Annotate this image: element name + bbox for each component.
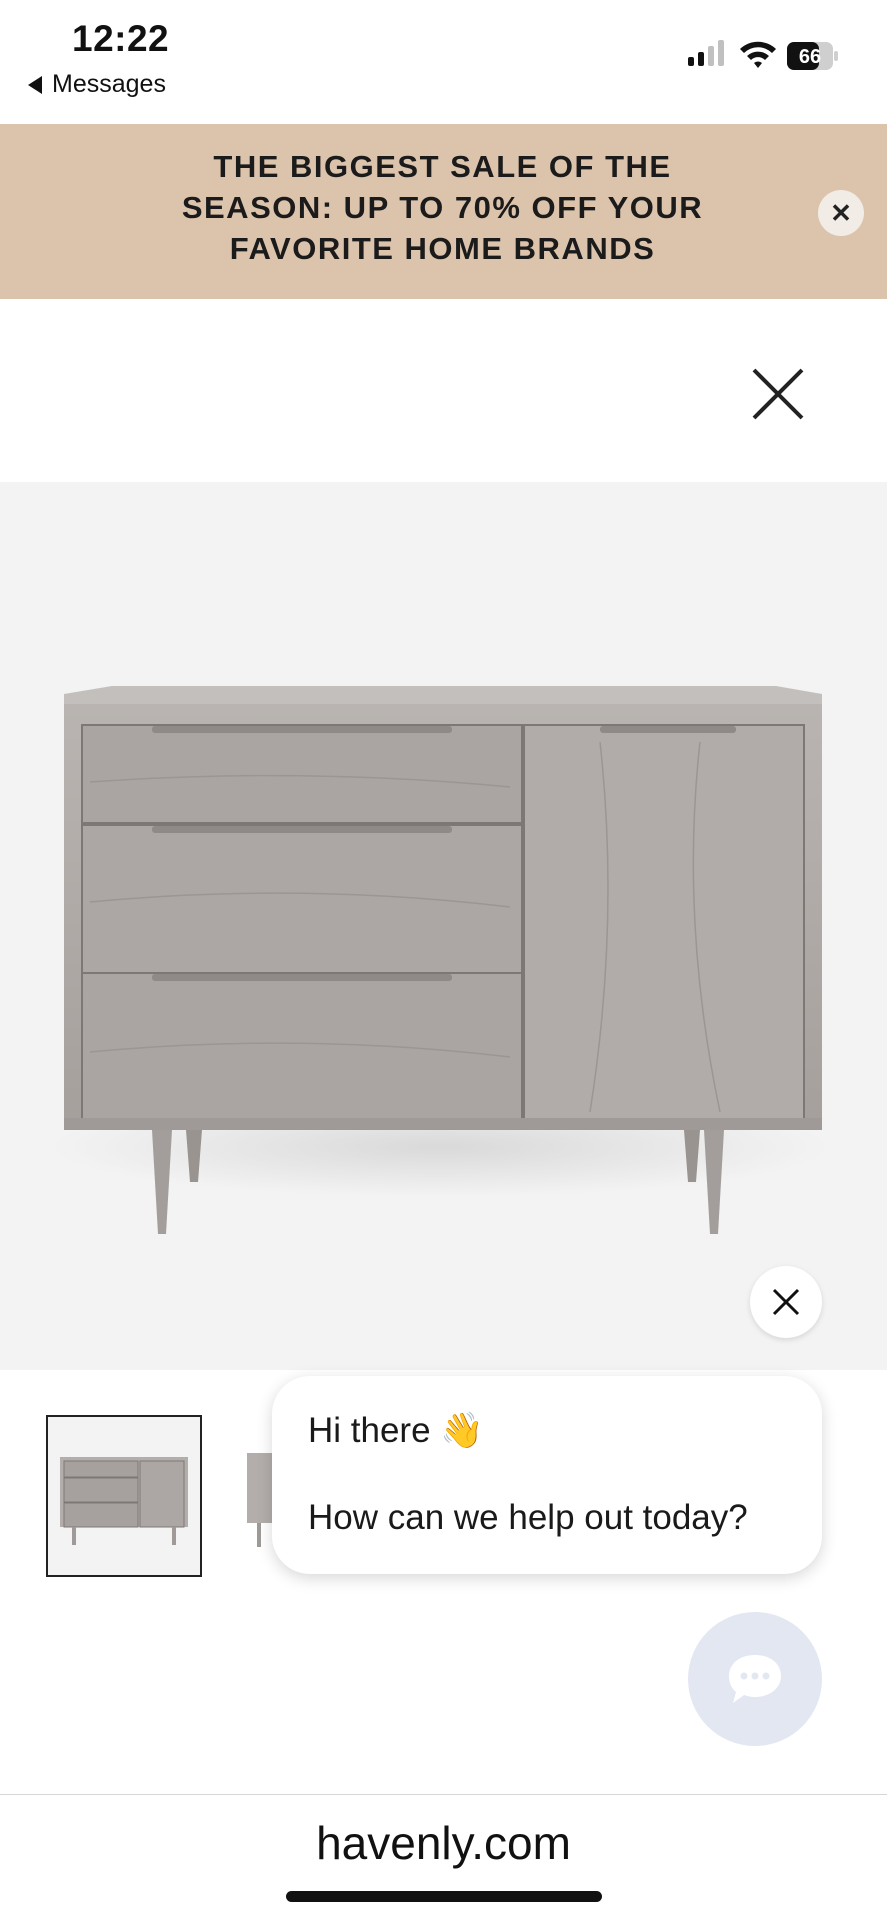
chat-greeting-bubble[interactable] [272,1376,822,1574]
close-icon: ✕ [830,197,852,228]
thumbnail-dresser-image [60,1457,188,1545]
battery-level: 66 [799,46,821,68]
dresser-illustration [50,686,830,1234]
chat-greeting-text: Hi there 👋 [308,1411,484,1450]
banner-close-button[interactable]: ✕ [818,190,864,236]
product-image[interactable] [0,482,887,1370]
chat-launcher-button[interactable] [688,1612,822,1746]
chat-prompt-text: How can we help out today? [308,1498,748,1537]
url-bar-divider [0,1794,887,1795]
wifi-icon [740,41,776,68]
browser-url[interactable]: havenly.com [0,1816,887,1870]
modal-close-button[interactable] [748,364,808,424]
promo-banner-text: THE BIGGEST SALE OF THE SEASON: UP TO 70… [181,149,704,266]
battery-icon: 66 [787,42,838,70]
chat-bubble-icon [729,1655,781,1703]
thumbnail-1[interactable] [46,1415,202,1577]
back-to-messages-link[interactable]: Messages [28,70,166,99]
close-icon [772,1288,800,1316]
image-close-button[interactable] [750,1266,822,1338]
back-arrow-icon [28,75,42,94]
back-label: Messages [52,70,166,98]
home-indicator[interactable] [286,1891,602,1902]
cellular-signal-icon [688,40,724,66]
status-time: 12:22 [72,18,170,59]
